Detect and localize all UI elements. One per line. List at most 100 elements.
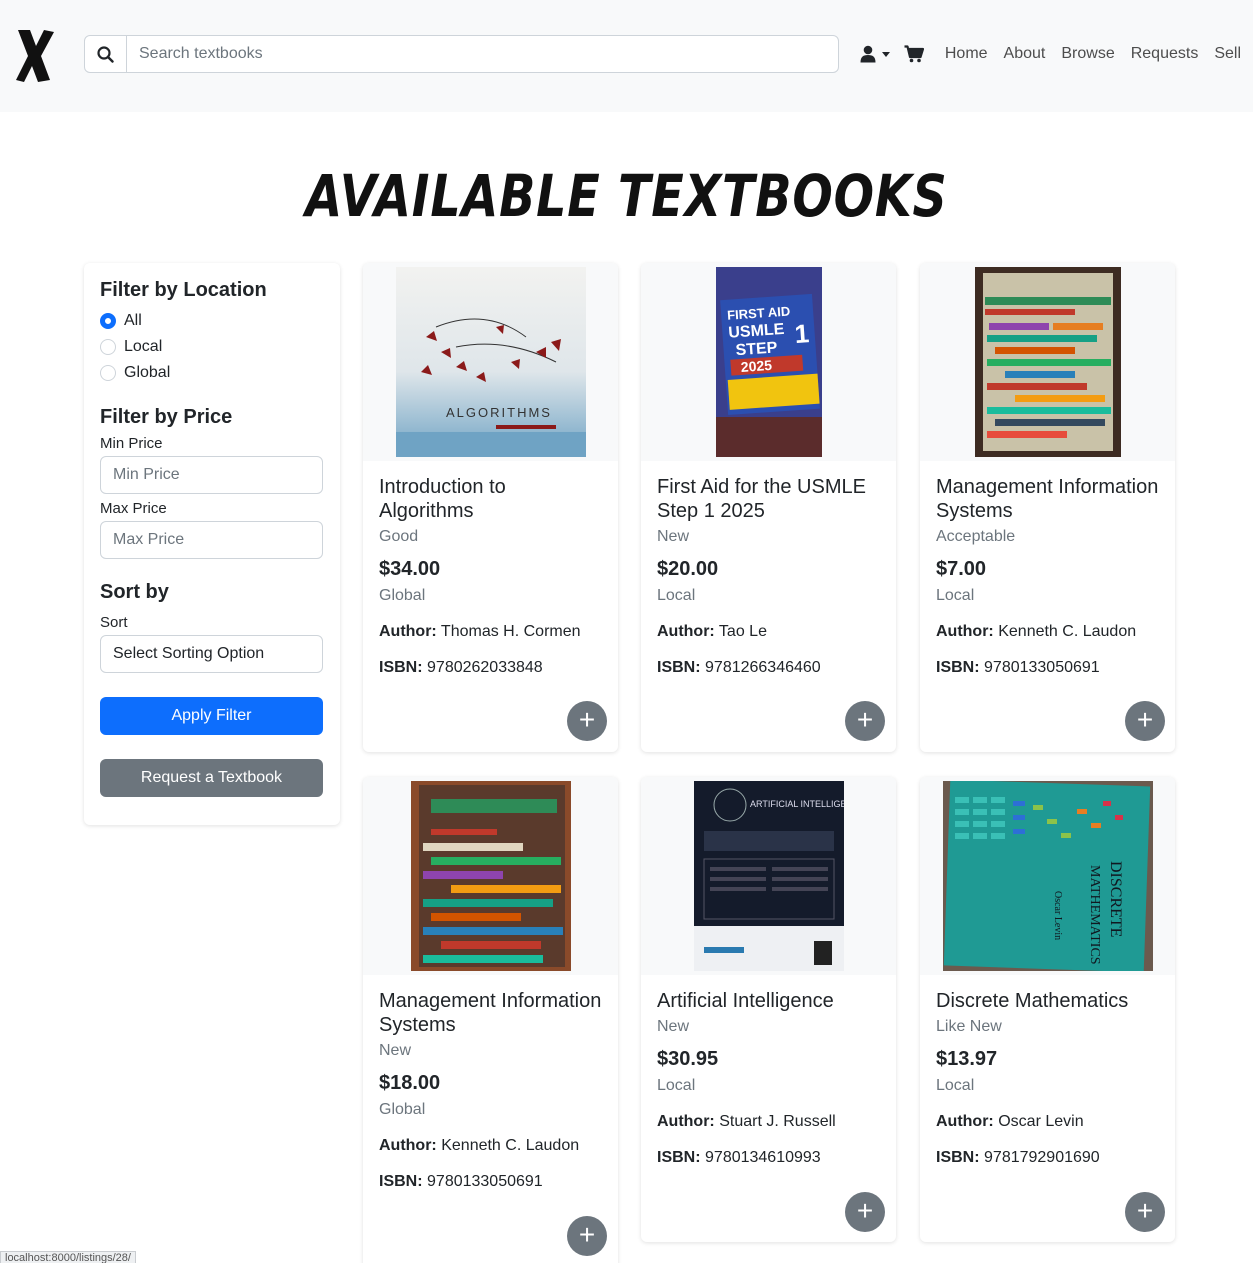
listing-title[interactable]: Artificial Intelligence [657,989,880,1013]
isbn-value: 9781266346460 [705,659,821,676]
location-option-local[interactable]: Local [100,334,324,360]
book-cover-image[interactable]: DISCRETE MATHEMATICS Oscar Levin [942,781,1153,971]
book-cover-image[interactable]: FIRST AID USMLE STEP 1 2025 [715,267,822,457]
search-bar [84,35,839,73]
listing-price: $34.00 [379,558,441,580]
svg-text:MATHEMATICS: MATHEMATICS [1087,865,1102,965]
listing-card[interactable]: Management Information Systems New $18.0… [363,777,618,1263]
user-icon [860,45,876,63]
author-value: Tao Le [718,623,767,640]
add-to-cart-button[interactable]: + [845,701,885,741]
min-price-input[interactable]: Min Price [100,456,323,494]
listing-card[interactable]: DISCRETE MATHEMATICS Oscar Levin Discret… [920,777,1175,1242]
nav-link-sell[interactable]: Sell [1214,45,1241,63]
isbn-value: 9781792901690 [984,1149,1100,1166]
nav-link-requests[interactable]: Requests [1131,45,1199,63]
sort-select[interactable]: Select Sorting Option [100,635,323,673]
listing-title[interactable]: Introduction to Algorithms [379,475,602,523]
search-icon [97,45,114,63]
listing-price: $20.00 [657,558,719,580]
svg-text:1: 1 [793,318,810,349]
listing-author: Author: Tao Le [657,623,880,641]
listing-price: $13.97 [936,1048,998,1070]
listing-card[interactable]: ARTIFICIAL INTELLIGENCE Artificial Intel… [641,777,896,1242]
listing-isbn: ISBN: 9780262033848 [379,659,602,677]
book-cover-image[interactable]: ALGORITHMS [395,267,586,457]
location-option-all[interactable]: All [100,308,324,334]
listing-title[interactable]: Discrete Mathematics [936,989,1159,1013]
listing-location: Global [379,587,426,604]
author-value: Kenneth C. Laudon [998,623,1137,640]
listing-price: $30.95 [657,1048,719,1070]
nav-link-home[interactable]: Home [945,45,988,63]
book-cover-image[interactable] [410,781,571,971]
radio-label-all: All [124,312,142,329]
listing-card[interactable]: ALGORITHMS Introduction to Algorithms Go… [363,263,618,752]
svg-text:ARTIFICIAL INTELLIGENCE: ARTIFICIAL INTELLIGENCE [750,799,844,809]
listing-title[interactable]: First Aid for the USMLE Step 1 2025 [657,475,880,523]
listing-body: Management Information Systems Acceptabl… [920,461,1175,677]
radio-local[interactable] [100,339,116,355]
site-logo[interactable] [14,26,56,84]
listing-condition: Good [379,528,419,545]
author-value: Oscar Levin [998,1113,1084,1130]
book-cover-image[interactable] [974,267,1121,457]
isbn-value: 9780133050691 [984,659,1100,676]
listing-card[interactable]: FIRST AID USMLE STEP 1 2025 First Aid fo… [641,263,896,752]
listing-title[interactable]: Management Information Systems [936,475,1159,523]
add-to-cart-button[interactable]: + [567,701,607,741]
book-cover-image[interactable]: ARTIFICIAL INTELLIGENCE [693,781,844,971]
plus-icon: + [856,704,874,735]
isbn-value: 9780262033848 [427,659,543,676]
svg-text:ALGORITHMS: ALGORITHMS [446,405,552,420]
listing-image-frame: ALGORITHMS [363,263,618,461]
listing-body: Introduction to Algorithms Good $34.00 G… [363,461,618,677]
author-label: Author: [936,623,994,640]
apply-filter-button[interactable]: Apply Filter [100,697,323,735]
listing-location: Local [657,1077,696,1094]
svg-text:STEP: STEP [735,339,778,359]
listing-condition: Like New [936,1018,1002,1035]
plus-icon: + [1136,1195,1154,1226]
search-input[interactable] [127,36,838,72]
author-label: Author: [936,1113,994,1130]
listing-condition: Acceptable [936,528,1016,545]
isbn-label: ISBN: [936,1149,980,1166]
plus-icon: + [856,1195,874,1226]
radio-global[interactable] [100,365,116,381]
listing-author: Author: Oscar Levin [936,1113,1159,1131]
author-label: Author: [379,623,437,640]
listing-image-frame [363,777,618,975]
listing-title[interactable]: Management Information Systems [379,989,602,1037]
user-menu-toggle[interactable] [860,45,890,63]
cart-icon[interactable] [904,45,924,63]
listing-author: Author: Stuart J. Russell [657,1113,880,1131]
listing-condition: New [379,1042,412,1059]
nav-link-browse[interactable]: Browse [1061,45,1114,63]
listing-location: Global [379,1101,426,1118]
request-textbook-button[interactable]: Request a Textbook [100,759,323,797]
listing-body: Artificial Intelligence New $30.95 Local… [641,975,896,1167]
add-to-cart-button[interactable]: + [1125,1192,1165,1232]
add-to-cart-button[interactable]: + [1125,701,1165,741]
radio-all[interactable] [100,313,116,329]
svg-text:DISCRETE: DISCRETE [1107,861,1124,937]
svg-text:Oscar Levin: Oscar Levin [1052,891,1063,940]
listing-image-frame [920,263,1175,461]
isbn-label: ISBN: [936,659,980,676]
max-price-input[interactable]: Max Price [100,521,323,559]
listing-isbn: ISBN: 9780134610993 [657,1149,880,1167]
isbn-label: ISBN: [379,1173,423,1190]
page-title: Available Textbooks [305,162,948,230]
author-label: Author: [379,1137,437,1154]
listing-card[interactable]: Management Information Systems Acceptabl… [920,263,1175,752]
isbn-label: ISBN: [657,1149,701,1166]
location-option-global[interactable]: Global [100,360,324,386]
listing-location: Local [936,587,975,604]
add-to-cart-button[interactable]: + [567,1216,607,1256]
listing-condition: New [657,528,690,545]
add-to-cart-button[interactable]: + [845,1192,885,1232]
nav-link-about[interactable]: About [1004,45,1046,63]
search-button[interactable] [85,36,127,72]
author-label: Author: [657,623,715,640]
